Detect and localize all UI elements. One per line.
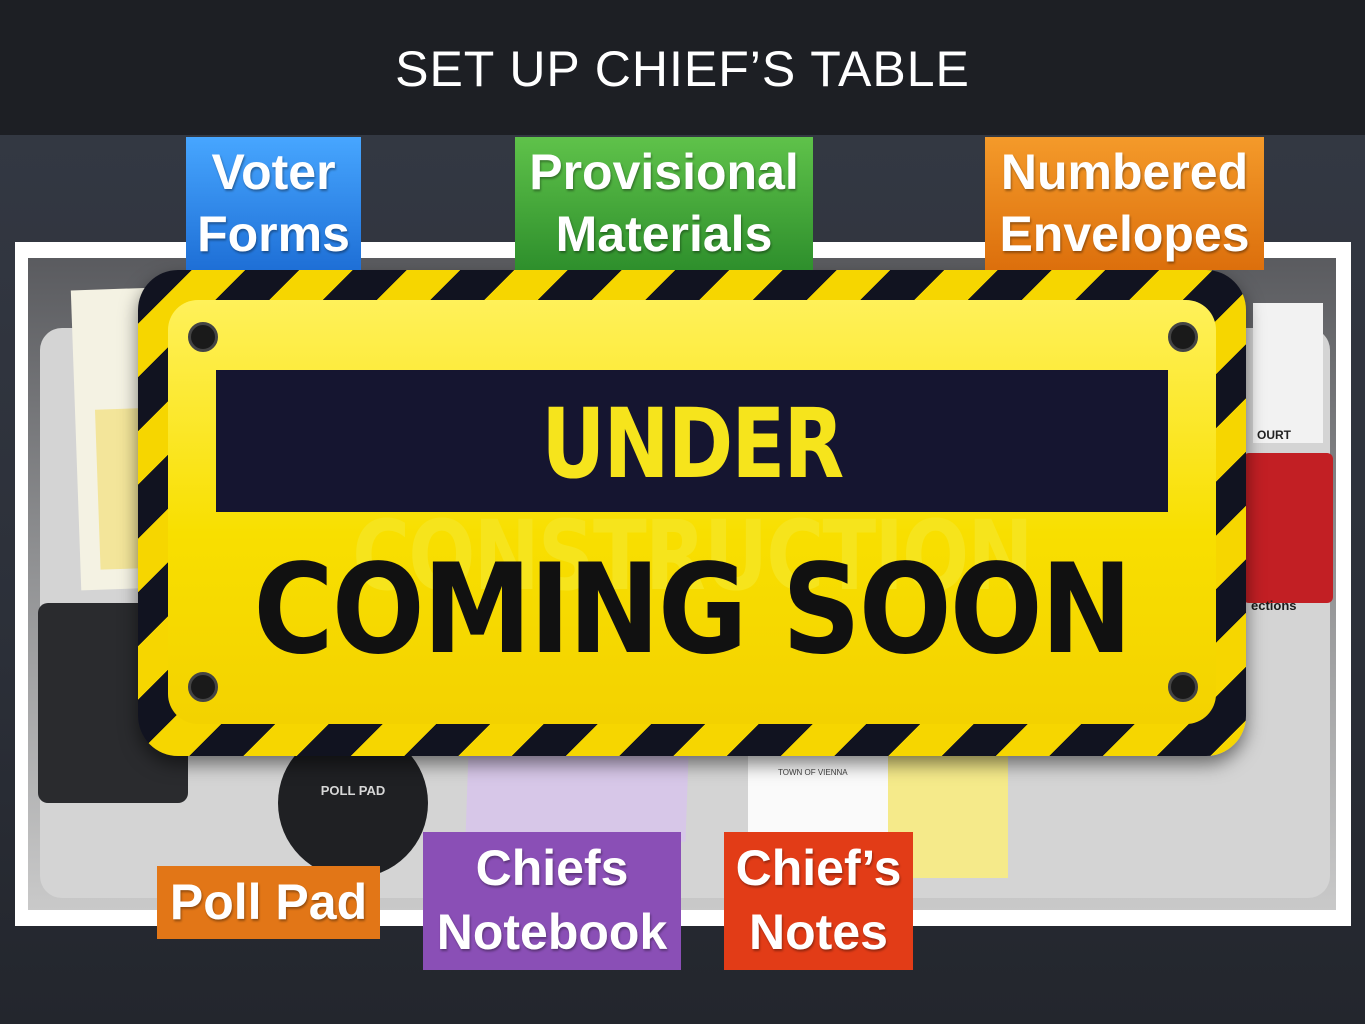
bolt-icon: [1168, 672, 1198, 702]
label-chiefs-notes: Chief’s Notes: [724, 832, 913, 970]
label-provisional-materials: Provisional Materials: [515, 137, 813, 270]
label-notes-line1: Chief’s: [735, 840, 902, 896]
red-bag-text: ections: [1251, 598, 1297, 613]
under-construction-sign: UNDER CONSTRUCTION COMING SOON: [138, 270, 1246, 756]
label-provisional-line2: Materials: [555, 206, 773, 262]
label-chiefs-notebook: Chiefs Notebook: [423, 832, 681, 970]
label-voter-forms: Voter Forms: [186, 137, 361, 270]
notes-card-text: TOWN OF VIENNA: [778, 768, 848, 777]
label-poll-pad: Poll Pad: [157, 866, 380, 939]
label-provisional-line1: Provisional: [529, 144, 799, 200]
label-notes-line2: Notes: [749, 904, 888, 960]
label-poll-pad-text: Poll Pad: [169, 874, 368, 930]
label-voter-forms-line1: Voter: [211, 144, 336, 200]
red-envelope-bag: ections: [1243, 453, 1333, 613]
sign-band: UNDER CONSTRUCTION: [216, 370, 1168, 612]
sign-line-coming-soon: COMING SOON: [253, 538, 1132, 682]
bolt-icon: [188, 322, 218, 352]
right-paper-text: OURT: [1257, 428, 1291, 442]
label-numbered-line2: Envelopes: [999, 206, 1250, 262]
bolt-icon: [1168, 322, 1198, 352]
label-voter-forms-line2: Forms: [197, 206, 350, 262]
slide-title: SET UP CHIEF’S TABLE: [395, 41, 970, 97]
label-numbered-envelopes: Numbered Envelopes: [985, 137, 1264, 270]
label-numbered-line1: Numbered: [1000, 144, 1249, 200]
right-paper: OURT: [1253, 303, 1323, 443]
label-notebook-line1: Chiefs: [475, 840, 629, 896]
title-bar: SET UP CHIEF’S TABLE: [0, 0, 1365, 135]
sign-plate: UNDER CONSTRUCTION COMING SOON: [168, 300, 1216, 724]
label-notebook-line2: Notebook: [436, 904, 668, 960]
poll-disc-label: POLL PAD: [320, 783, 386, 798]
bolt-icon: [188, 672, 218, 702]
